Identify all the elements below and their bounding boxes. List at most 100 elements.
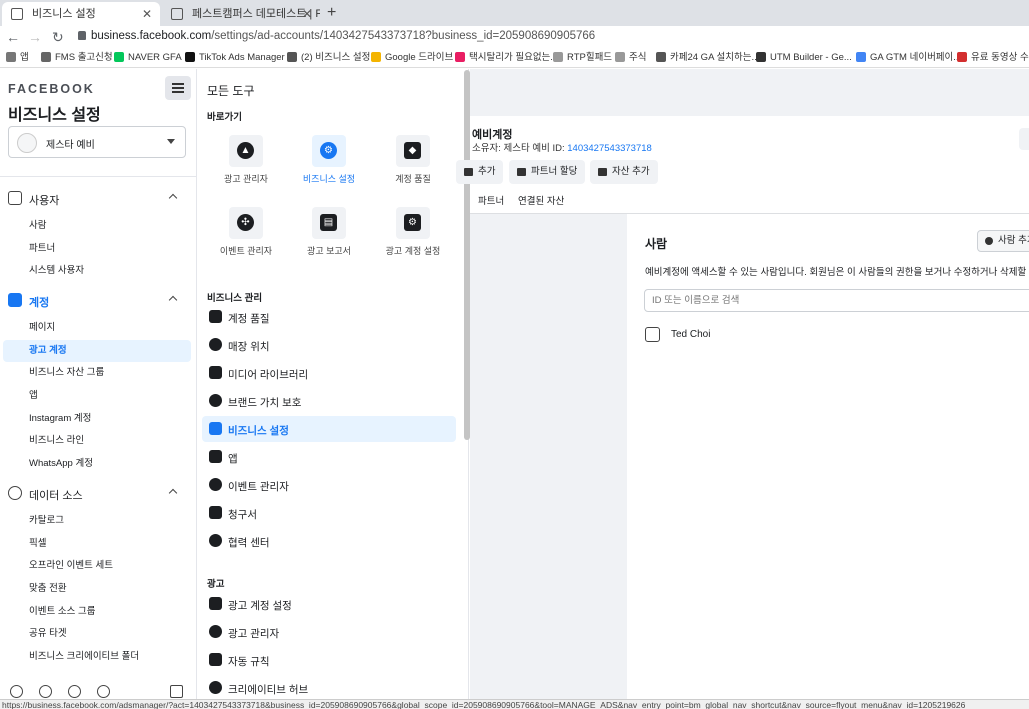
people-description: 예비계정에 액세스할 수 있는 사람입니다. 회원님은 이 사람들의 권한을 보… [645,267,1029,278]
bookmark[interactable]: TikTok Ads Manager [185,51,285,64]
sidebar-item-shared-audiences[interactable]: 공유 타겟 [29,627,67,641]
bookmark[interactable]: 카페24 GA 설치하는... [656,51,759,64]
tool-events-manager[interactable]: 이벤트 관리자 [202,472,456,498]
add-button[interactable]: 추가 [456,160,504,184]
forward-icon[interactable]: → [28,28,42,46]
settings-icon[interactable] [10,685,23,698]
assign-partner-button[interactable]: 파트너 할당 [509,160,586,184]
tab-partners[interactable]: 파트너 [478,193,504,207]
bookmark[interactable]: NAVER GFA [114,51,182,64]
reload-icon[interactable]: ↻ [52,28,64,46]
sidebar-item-apps[interactable]: 앱 [29,389,38,403]
events-icon [209,478,222,491]
bell-icon[interactable] [39,685,52,698]
section-data-sources[interactable]: 데이터 소스 [8,485,188,503]
panel-toggle-icon[interactable] [170,685,183,698]
bookmark[interactable]: 주식 [615,51,646,64]
sidebar-item-people[interactable]: 사람 [29,219,46,233]
tab-title: 페스트캠퍼스 데모테스트 | Faceboo [192,8,320,20]
browser-tab[interactable]: 페스트캠퍼스 데모테스트 | Faceboo ✕ [162,2,320,26]
shortcut-label: 이벤트 관리자 [219,246,273,256]
search-input[interactable] [644,289,1029,312]
tab-connected-assets[interactable]: 연결된 자산 [518,193,564,207]
add-assets-button[interactable]: 자산 추가 [590,160,658,184]
tool-label: 브랜드 가치 보호 [228,397,302,409]
tiktok-icon [185,52,195,62]
sidebar-item-pages[interactable]: 페이지 [29,321,55,335]
bookmark[interactable]: 유료 동영상 수집 [957,51,1029,64]
shortcut-ads-reporting[interactable]: ▤ 광고 보고서 [284,207,374,267]
close-icon[interactable]: ✕ [142,2,152,26]
users-icon [8,191,22,205]
tool-business-settings[interactable]: 비즈니스 설정 [202,416,456,442]
shortcut-account-quality[interactable]: ◆ 계정 품질 [368,135,458,195]
shortcut-label: 광고 관리자 [224,174,268,184]
tool-account-quality[interactable]: 계정 품질 [202,304,456,330]
section-users[interactable]: 사용자 [8,190,188,208]
sidebar-item-creative-folders[interactable]: 비즈니스 크리에이티브 폴더 [29,650,139,664]
sidebar-item-system-users[interactable]: 시스템 사용자 [29,264,84,278]
back-icon[interactable]: ← [6,28,20,46]
browser-tab-active[interactable]: 비즈니스 설정 ✕ [2,2,160,26]
tool-media-library[interactable]: 미디어 라이브러리 [202,360,456,386]
page-icon [171,8,183,20]
shortcut-ads-manager[interactable]: ▲ 광고 관리자 [201,135,291,195]
tool-store-locations[interactable]: 매장 위치 [202,332,456,358]
sidebar-item-event-source-groups[interactable]: 이벤트 소스 그룹 [29,605,95,619]
link-icon [756,52,766,62]
facebook-logo: FACEBOOK [8,82,95,96]
search-icon[interactable] [68,685,81,698]
sidebar-item-asset-groups[interactable]: 비즈니스 자산 그룹 [29,366,104,380]
bookmark-icon [41,52,51,62]
address-bar: ← → ↻ business.facebook.com/settings/ad-… [0,26,1029,48]
add-person-button[interactable]: 사람 추가 [977,230,1029,252]
more-options-button[interactable] [1019,128,1029,150]
bookmark[interactable]: 택시탈리가 필요없는... [455,51,558,64]
briefcase-icon [517,168,526,176]
shortcut-ad-account-settings[interactable]: ⚙ 광고 계정 설정 [368,207,458,267]
bookmark[interactable]: UTM Builder - Ge... [756,51,852,64]
location-pin-icon [209,338,222,351]
chevron-up-icon [168,295,178,305]
bookmark[interactable]: FMS 출고신청 [41,51,113,64]
tool-label: 광고 관리자 [228,628,280,640]
close-icon[interactable]: ✕ [302,2,312,26]
business-account-selector[interactable]: 제스타 예비 [8,126,186,158]
tool-collaboration-center[interactable]: 협력 센터 [202,528,456,554]
sidebar-item-custom-conversions[interactable]: 맞춤 전환 [29,582,67,596]
image-icon [209,366,222,379]
sidebar-item-instagram[interactable]: Instagram 계정 [29,412,91,426]
people-panel: 사람 사람 추가 예비계정에 액세스할 수 있는 사람입니다. 회원님은 이 사… [627,214,1029,699]
section-accounts[interactable]: 계정 [8,292,188,310]
tool-ads-manager[interactable]: 광고 관리자 [202,619,456,645]
sidebar-item-whatsapp[interactable]: WhatsApp 계정 [29,457,93,471]
bookmark-apps[interactable]: 앱 [6,51,29,64]
bookmark[interactable]: (2) 비즈니스 설정 [287,51,370,64]
shortcut-business-settings[interactable]: ⚙ 비즈니스 설정 [284,135,374,195]
add-person-icon [985,237,993,245]
tool-ad-account-settings[interactable]: 광고 계정 설정 [202,591,456,617]
shortcut-events-manager[interactable]: ✣ 이벤트 관리자 [201,207,291,267]
panel-title: 모든 도구 [207,84,255,98]
url-field[interactable]: business.facebook.com/settings/ad-accoun… [91,30,595,42]
hamburger-menu-icon[interactable] [165,76,191,100]
bookmark[interactable]: GA GTM 네이버페이... [856,51,961,64]
sidebar-item-catalogs[interactable]: 카탈로그 [29,514,64,528]
bookmark[interactable]: Google 드라이브 [371,51,453,64]
tool-brand-safety[interactable]: 브랜드 가치 보호 [202,388,456,414]
sidebar-item-offline-events[interactable]: 오프라인 이벤트 세트 [29,559,113,573]
sidebar-item-ad-accounts[interactable]: 광고 계정 [3,340,191,362]
new-tab-icon[interactable]: + [327,2,336,24]
tool-invoices[interactable]: 청구서 [202,500,456,526]
events-icon: ✣ [229,207,263,239]
all-tools-panel: 모든 도구 바로가기 ▲ 광고 관리자 ⚙ 비즈니스 설정 ◆ 계정 품질 ✣ … [197,69,469,699]
main-content: 예비계정 소유자: 제스타 예비 ID: 1403427543373718 추가… [456,69,1029,699]
sidebar-item-pixels[interactable]: 픽셀 [29,537,46,551]
tool-automated-rules[interactable]: 자동 규칙 [202,647,456,673]
sidebar-item-business-lines[interactable]: 비즈니스 라인 [29,434,84,448]
tool-creative-hub[interactable]: 크리에이티브 허브 [202,675,456,699]
help-icon[interactable] [97,685,110,698]
bookmark[interactable]: RTP힐패드 [553,51,612,64]
tool-apps[interactable]: 앱 [202,444,456,470]
sidebar-item-partners[interactable]: 파트너 [29,242,55,256]
